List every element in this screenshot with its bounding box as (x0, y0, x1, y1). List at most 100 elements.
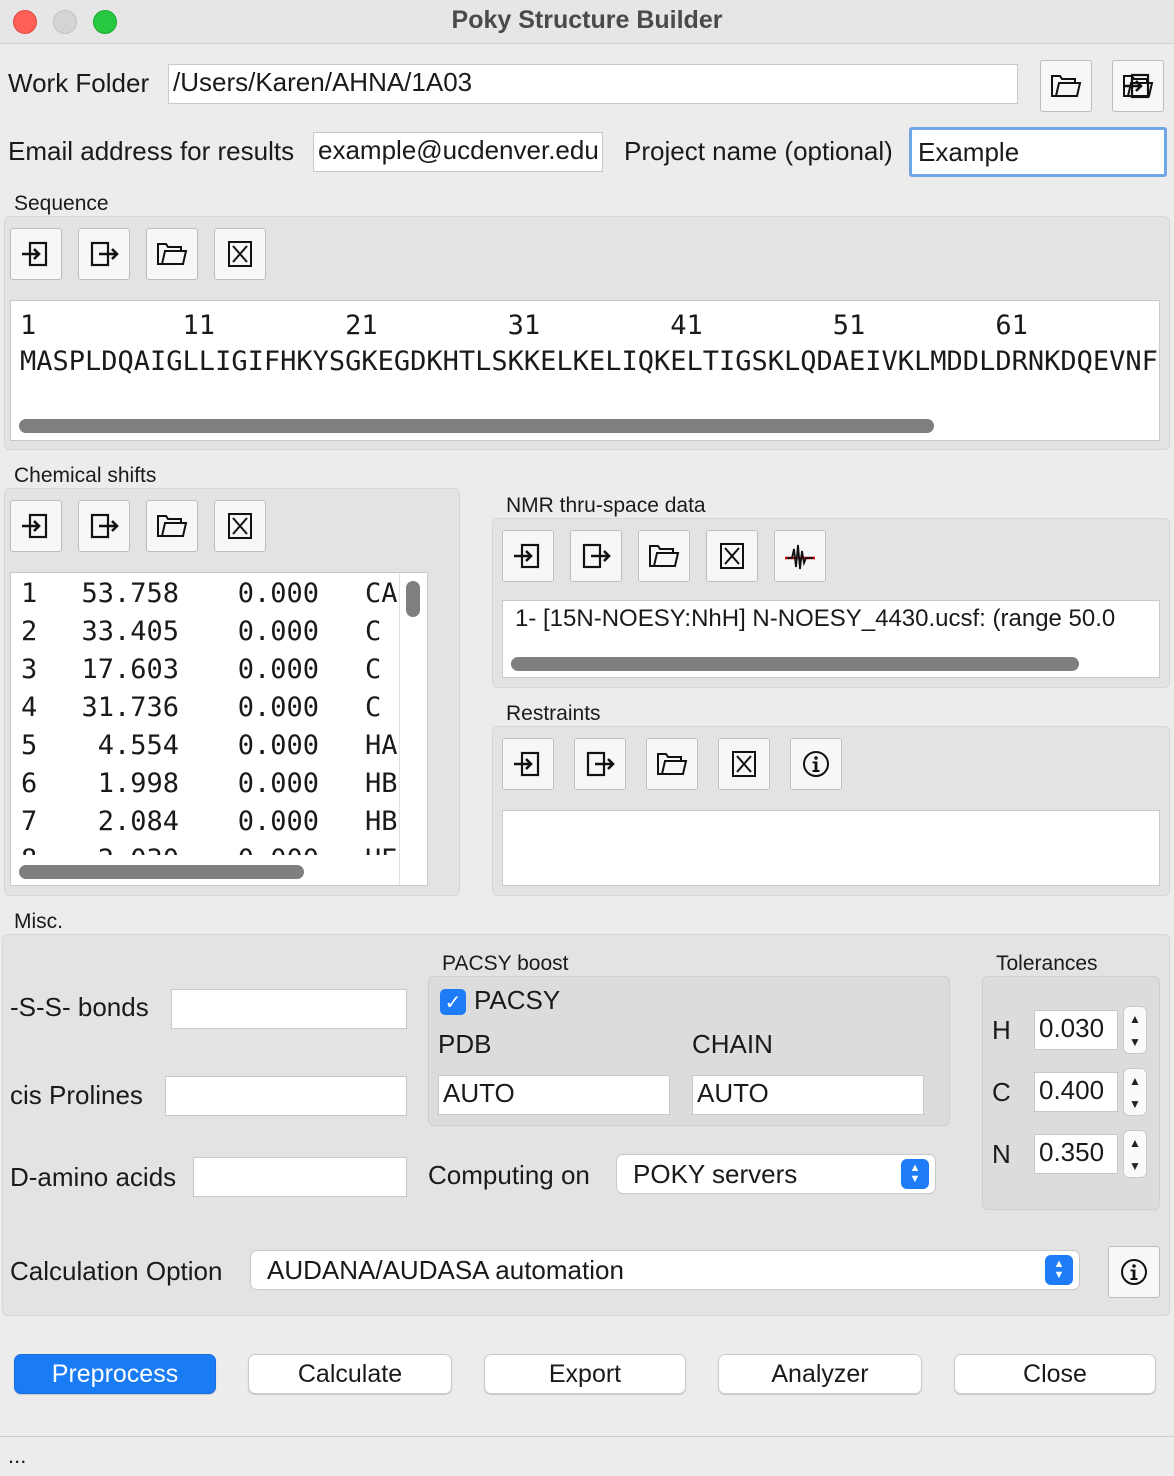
export-button[interactable]: Export (484, 1354, 686, 1394)
analyzer-button[interactable]: Analyzer (718, 1354, 922, 1394)
sequence-title: Sequence (14, 192, 109, 215)
tolerance-h-label: H (992, 1015, 1011, 1045)
restraints-import-button[interactable] (502, 738, 554, 790)
pacsy-checkbox[interactable]: ✓ (440, 989, 466, 1015)
tolerance-c-field[interactable]: 0.400 (1034, 1072, 1118, 1112)
import-icon (19, 239, 53, 269)
restraints-export-button[interactable] (574, 738, 626, 790)
chevron-up-icon[interactable]: ▲ (1129, 1013, 1141, 1025)
shift-deviation: 0.000 (238, 841, 319, 855)
project-name-field[interactable]: Example (909, 127, 1167, 177)
info-icon (1117, 1257, 1151, 1287)
list-item[interactable]: 2 33.405 0.000 C (11, 613, 399, 651)
chevron-down-icon[interactable]: ▼ (1129, 1098, 1141, 1110)
shift-deviation: 0.000 (237, 578, 319, 609)
status-text: ... (8, 1443, 27, 1468)
restraints-clear-button[interactable] (718, 738, 770, 790)
chevron-down-icon[interactable]: ▼ (1129, 1036, 1141, 1048)
sequence-residues: MASPLDQAIGLLIGIFHKYSGKEGDKHTLSKKELKELIQK… (20, 346, 1160, 377)
chemical-shifts-list[interactable]: 1 53.758 0.000 CA 2 33.405 0.000 C 3 17.603 0.00… (10, 572, 428, 886)
pdb-label: PDB (438, 1029, 492, 1059)
ss-bonds-field[interactable] (171, 989, 407, 1029)
shift-index: 7 (21, 806, 38, 837)
nmr-import-button[interactable] (502, 530, 554, 582)
restraints-open-button[interactable] (646, 738, 698, 790)
shift-index: 6 (21, 768, 38, 799)
chain-field[interactable]: AUTO (692, 1075, 924, 1115)
shifts-import-button[interactable] (10, 500, 62, 552)
shifts-horizontal-scrollbar[interactable] (19, 865, 304, 879)
chevron-up-icon[interactable]: ▲ (1129, 1137, 1141, 1149)
computing-on-select[interactable]: POKY servers ▲ ▼ (616, 1154, 936, 1194)
work-folder-label: Work Folder (8, 68, 150, 98)
tolerance-n-label: N (992, 1139, 1011, 1169)
sequence-clear-button[interactable] (214, 228, 266, 280)
tolerance-c-stepper[interactable]: ▲ ▼ (1123, 1068, 1147, 1116)
restraints-list[interactable] (502, 810, 1160, 886)
nmr-export-button[interactable] (570, 530, 622, 582)
list-item[interactable]: 3 17.603 0.000 C (11, 651, 399, 689)
restraints-info-button[interactable] (790, 738, 842, 790)
browse-folder-button[interactable] (1040, 60, 1092, 112)
shifts-vertical-scrollbar[interactable] (406, 581, 420, 617)
clear-icon (715, 541, 749, 571)
folder-open-icon (155, 511, 189, 541)
list-item[interactable]: 8 2.030 0.000 HE (11, 841, 399, 855)
checkmark-icon: ✓ (444, 991, 462, 1014)
tolerance-h-field[interactable]: 0.030 (1034, 1010, 1118, 1050)
pdb-field[interactable]: AUTO (438, 1075, 670, 1115)
window-title: Poky Structure Builder (451, 6, 723, 34)
tolerance-h-stepper[interactable]: ▲ ▼ (1123, 1006, 1147, 1054)
sequence-view[interactable]: 1 11 21 31 41 51 61 71 MASPLDQAIGLLIGIFH… (10, 300, 1160, 441)
nmr-open-button[interactable] (638, 530, 690, 582)
chevron-down-icon[interactable]: ▼ (1129, 1160, 1141, 1172)
preprocess-button[interactable]: Preprocess (14, 1354, 216, 1394)
shift-value: 2.030 (98, 841, 179, 855)
cis-prolines-field[interactable] (165, 1076, 407, 1116)
chemical-shifts-rows: 1 53.758 0.000 CA 2 33.405 0.000 C 3 17.603 0.00… (11, 575, 399, 855)
shift-index: 4 (21, 692, 38, 723)
nmr-peak-button[interactable] (774, 530, 826, 582)
shift-value: 31.736 (81, 692, 179, 723)
nmr-title: NMR thru-space data (506, 494, 706, 517)
list-item[interactable]: 5 4.554 0.000 HA (11, 727, 399, 765)
folder-open-icon (1049, 71, 1083, 101)
list-item[interactable]: 4 31.736 0.000 C (11, 689, 399, 727)
sequence-export-button[interactable] (78, 228, 130, 280)
shift-deviation: 0.000 (237, 654, 319, 685)
sequence-horizontal-scrollbar[interactable] (19, 419, 934, 433)
work-folder-field[interactable]: /Users/Karen/AHNA/1A03 (168, 64, 1018, 104)
pacsy-checkbox-label: PACSY (474, 985, 561, 1015)
computing-on-label: Computing on (428, 1160, 590, 1190)
tolerance-n-field[interactable]: 0.350 (1034, 1134, 1118, 1174)
folder-import-icon (1121, 71, 1155, 101)
nmr-clear-button[interactable] (706, 530, 758, 582)
list-item[interactable]: 1 53.758 0.000 CA (11, 575, 399, 613)
nmr-data-list[interactable]: 1- [15N-NOESY:NhH] N-NOESY_4430.ucsf: (r… (502, 600, 1160, 678)
sequence-import-button[interactable] (10, 228, 62, 280)
email-field[interactable]: example@ucdenver.edu (313, 132, 603, 172)
calculation-info-button[interactable] (1108, 1246, 1160, 1298)
shift-value: 4.554 (97, 730, 179, 761)
calculation-option-select[interactable]: AUDANA/AUDASA automation ▲ ▼ (250, 1250, 1080, 1290)
chevron-up-icon[interactable]: ▲ (1129, 1075, 1141, 1087)
calculate-button[interactable]: Calculate (248, 1354, 452, 1394)
shifts-open-button[interactable] (146, 500, 198, 552)
shift-atom: C (365, 654, 382, 685)
tolerances-title: Tolerances (996, 952, 1098, 975)
shifts-clear-button[interactable] (214, 500, 266, 552)
close-button[interactable]: Close (954, 1354, 1156, 1394)
nmr-horizontal-scrollbar[interactable] (511, 657, 1079, 671)
shifts-export-button[interactable] (78, 500, 130, 552)
list-item[interactable]: 1- [15N-NOESY:NhH] N-NOESY_4430.ucsf: (r… (515, 605, 1115, 633)
open-folder-button[interactable] (1112, 60, 1164, 112)
calculation-option-label: Calculation Option (10, 1256, 223, 1286)
list-item[interactable]: 7 2.084 0.000 HB (11, 803, 399, 841)
list-item[interactable]: 6 1.998 0.000 HB (11, 765, 399, 803)
cis-prolines-label: cis Prolines (10, 1080, 143, 1110)
d-amino-acids-field[interactable] (193, 1157, 407, 1197)
tolerance-n-stepper[interactable]: ▲ ▼ (1123, 1130, 1147, 1178)
export-icon (583, 749, 617, 779)
sequence-open-button[interactable] (146, 228, 198, 280)
chain-label: CHAIN (692, 1029, 773, 1059)
